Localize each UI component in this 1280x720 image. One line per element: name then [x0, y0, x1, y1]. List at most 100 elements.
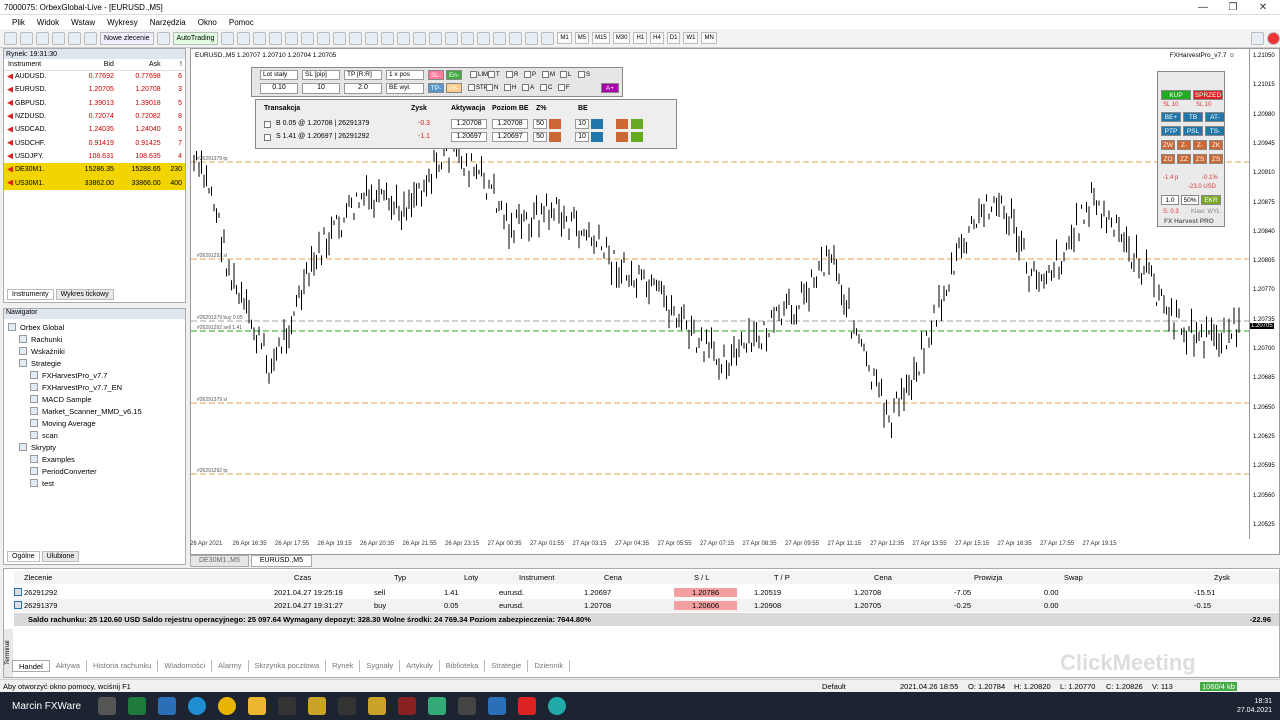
trendline-icon[interactable] [461, 31, 475, 45]
be-level-input[interactable]: 1.20708 [492, 119, 528, 129]
orders-col-header[interactable]: Zlecenie [24, 573, 52, 582]
line-chart-icon[interactable] [253, 31, 267, 45]
orders-col-header[interactable]: Instrument [519, 573, 554, 582]
new-order-button[interactable]: Nowe zlecenie [100, 31, 154, 45]
menu-wykresy[interactable]: Wykresy [107, 18, 138, 27]
close-trade-button[interactable] [616, 119, 628, 129]
be-select[interactable]: BE wył. [386, 83, 424, 94]
navigator-icon[interactable] [68, 31, 81, 45]
checkbox-box[interactable] [486, 84, 493, 91]
orders-col-header[interactable]: Loty [464, 573, 478, 582]
side-action-button[interactable]: PTP [1161, 126, 1181, 136]
close-trade-button[interactable] [616, 132, 628, 142]
zoom-in-icon[interactable] [269, 31, 283, 45]
arrows-icon[interactable] [541, 31, 555, 45]
flag-checkbox[interactable]: STP [468, 84, 488, 91]
tf-h1[interactable]: H1 [633, 32, 648, 44]
autoscroll-icon[interactable] [317, 31, 331, 45]
indicators-icon[interactable] [349, 31, 363, 45]
tab-ulubione[interactable]: Ulubione [41, 551, 80, 562]
search-icon[interactable] [1251, 31, 1264, 45]
task-view-icon[interactable] [98, 697, 116, 715]
menu-widok[interactable]: Widok [37, 18, 59, 27]
tab-instrumenty[interactable]: Instrumenty [7, 289, 54, 300]
col-bid[interactable]: Bid [70, 59, 117, 71]
autotrading-button[interactable]: AutoTrading [172, 31, 219, 45]
checkbox-box[interactable] [506, 71, 513, 78]
fibo-icon[interactable] [493, 31, 507, 45]
terminal-tab[interactable]: Dziennik [528, 660, 571, 672]
activation-input[interactable]: 1.20708 [451, 119, 487, 129]
data-window-icon[interactable] [52, 31, 65, 45]
flag-checkbox[interactable]: H [504, 84, 516, 91]
activation-input[interactable]: 1.20697 [451, 132, 487, 142]
side-action-button[interactable]: ZO [1161, 154, 1175, 164]
tp-minus-button[interactable]: TP- [428, 83, 444, 93]
terminal-tab[interactable]: Alarmy [212, 660, 249, 672]
candle-chart-icon[interactable] [237, 31, 251, 45]
terminal-tab[interactable]: Rynek [326, 660, 361, 672]
app-icon-7[interactable] [488, 697, 506, 715]
tab-ogolne[interactable]: Ogólne [7, 551, 40, 562]
checkbox-box[interactable] [542, 71, 549, 78]
menu-plik[interactable]: Plik [12, 18, 25, 27]
menu-pomoc[interactable]: Pomoc [229, 18, 254, 27]
terminal-tab[interactable]: Handel [12, 660, 50, 672]
terminal-tab[interactable]: Biblioteka [440, 660, 486, 672]
navigator-item[interactable]: FXHarvestPro_v7.7_EN [4, 381, 185, 393]
pos-select[interactable]: 1 x pos [386, 70, 424, 80]
flag-checkbox[interactable]: N [486, 84, 498, 91]
orders-col-header[interactable]: Typ [394, 573, 406, 582]
side-action-button[interactable]: AT- [1205, 112, 1225, 122]
chrome-icon[interactable] [218, 697, 236, 715]
restore-icon[interactable]: ❐ [1218, 0, 1248, 15]
status-connection[interactable]: 1060/4 kb [1200, 682, 1237, 691]
zoom-out-icon[interactable] [285, 31, 299, 45]
checkbox-box[interactable] [488, 71, 495, 78]
lot-mode-select[interactable]: Lot stały [260, 70, 298, 80]
terminal-tab[interactable]: Wiadomości [158, 660, 213, 672]
metaeditor-icon[interactable] [156, 31, 170, 45]
percent-input[interactable]: 50% [1181, 195, 1199, 205]
checkbox-box[interactable] [560, 71, 567, 78]
market-watch-row[interactable]: USDJPY. 108.631 108.635 4 [4, 150, 185, 163]
crosshair-icon[interactable] [413, 31, 427, 45]
lot-input[interactable]: 0.10 [260, 83, 298, 94]
minimize-icon[interactable]: — [1188, 0, 1218, 15]
navigator-item[interactable]: Rachunki [4, 333, 185, 345]
app-icon-6[interactable] [458, 697, 476, 715]
templates-icon[interactable] [381, 31, 395, 45]
volume-input[interactable]: 1.0 [1161, 195, 1179, 205]
periods-icon[interactable] [365, 31, 379, 45]
flag-checkbox[interactable]: LIM [470, 71, 488, 78]
checkbox-box[interactable] [504, 84, 511, 91]
app-icon-1[interactable] [308, 697, 326, 715]
orders-col-header[interactable]: Swap [1064, 573, 1083, 582]
navigator-item[interactable]: MACD Sample [4, 393, 185, 405]
tf-m5[interactable]: M5 [574, 32, 590, 44]
navigator-item[interactable]: Market_Scanner_MMD_v6.15 [4, 405, 185, 417]
orders-col-header[interactable]: Cena [874, 573, 892, 582]
market-watch-row[interactable]: US30M1. 33862.00 33866.00 400 [4, 176, 185, 190]
buy-button[interactable]: KUP [1161, 90, 1191, 100]
navigator-item[interactable]: Examples [4, 453, 185, 465]
new-chart-icon[interactable] [4, 31, 17, 45]
navigator-item[interactable]: Orbex Global [4, 321, 185, 333]
market-watch-row[interactable]: AUDUSD. 0.77692 0.77698 6 [4, 70, 185, 83]
orders-col-header[interactable]: Czas [294, 573, 311, 582]
be-button[interactable] [591, 132, 603, 142]
order-row[interactable]: 26291292 2021.04.27 19:25:19 sell 1.41 eurus… [14, 586, 1279, 599]
market-watch-row[interactable]: EURUSD. 1.20705 1.20708 3 [4, 83, 185, 96]
terminal-tab[interactable]: Strategie [485, 660, 529, 672]
a-plus-button[interactable]: A+ [601, 83, 619, 93]
side-action-button[interactable]: ZW [1161, 140, 1175, 150]
sell-button[interactable]: SPRZED [1193, 90, 1223, 100]
tf-m30[interactable]: M30 [612, 32, 631, 44]
trade-checkbox[interactable] [264, 134, 271, 141]
bar-chart-icon[interactable] [221, 31, 235, 45]
youtube-icon[interactable] [518, 697, 536, 715]
cursor-icon[interactable] [397, 31, 411, 45]
tab-de30[interactable]: DE30M1.,M5 [190, 555, 249, 567]
navigator-item[interactable]: FXHarvestPro_v7.7 [4, 369, 185, 381]
terminal-icon[interactable] [84, 31, 97, 45]
